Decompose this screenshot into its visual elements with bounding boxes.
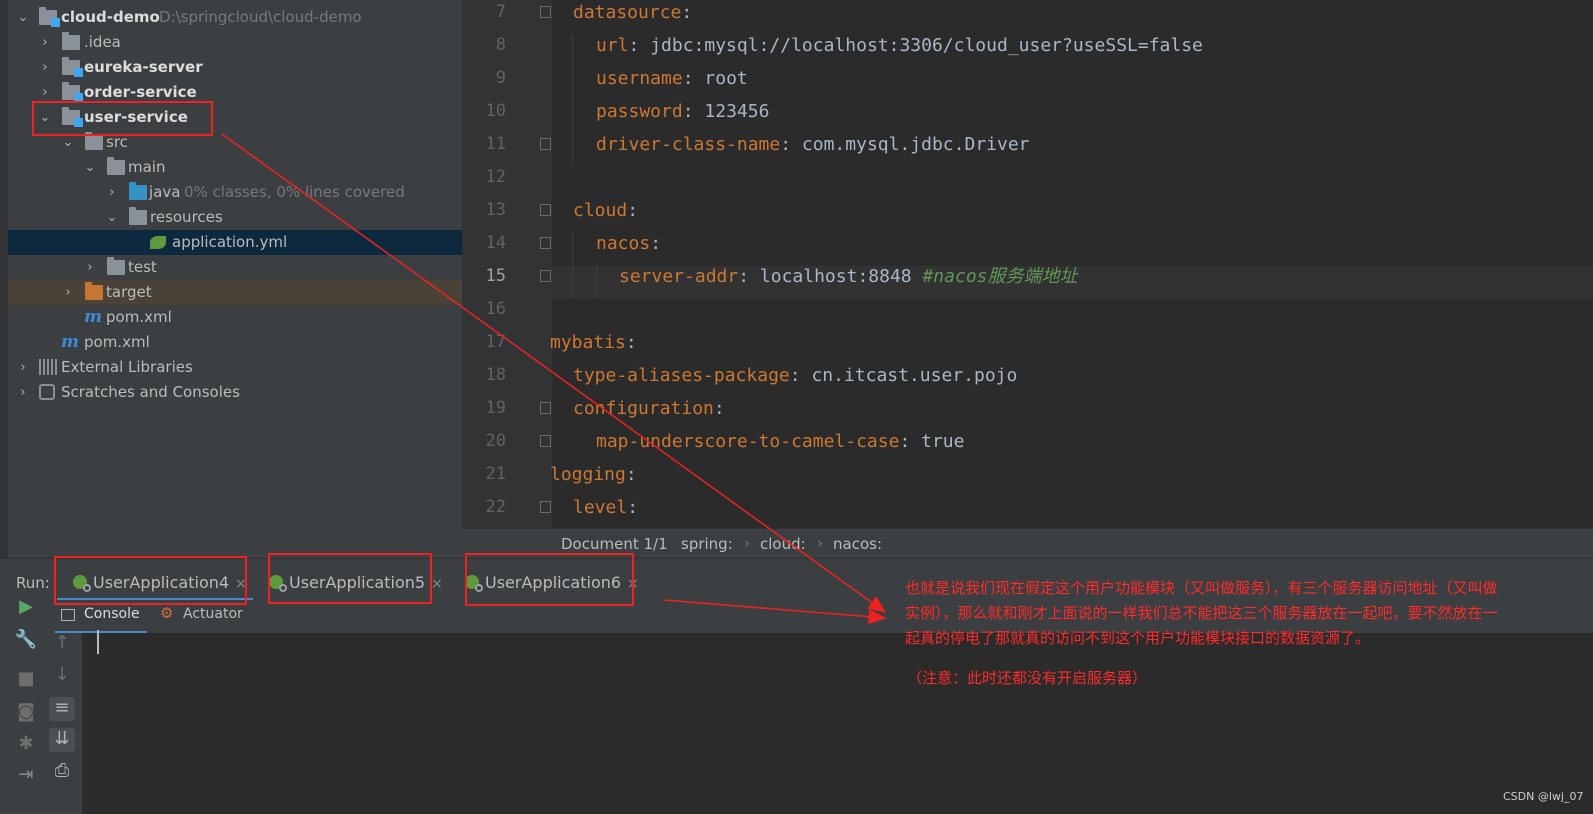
annotation-note: （注意：此时还都没有开启服务器） (907, 669, 1148, 687)
annotation-line: 实例），那么就和刚才上面说的一样我们总不能把这三个服务器放在一起吧，要不然放在一 (905, 604, 1498, 622)
annotation-line: 起真的停电了那就真的访问不到这个用户功能模块接口的数据资源了。 (905, 629, 1371, 647)
annotation-arrows (221, 133, 887, 625)
annotation-text: 也就是说我们现在假定这个用户功能模块（又叫做服务），有三个服务器访问地址（又叫做… (905, 576, 1590, 691)
annotation-line: 也就是说我们现在假定这个用户功能模块（又叫做服务），有三个服务器访问地址（又叫做 (905, 579, 1498, 597)
arrow-to-user-service (221, 133, 887, 613)
arrow-to-tabs (663, 599, 887, 625)
watermark: CSDN @lwj_07 (1503, 790, 1584, 803)
